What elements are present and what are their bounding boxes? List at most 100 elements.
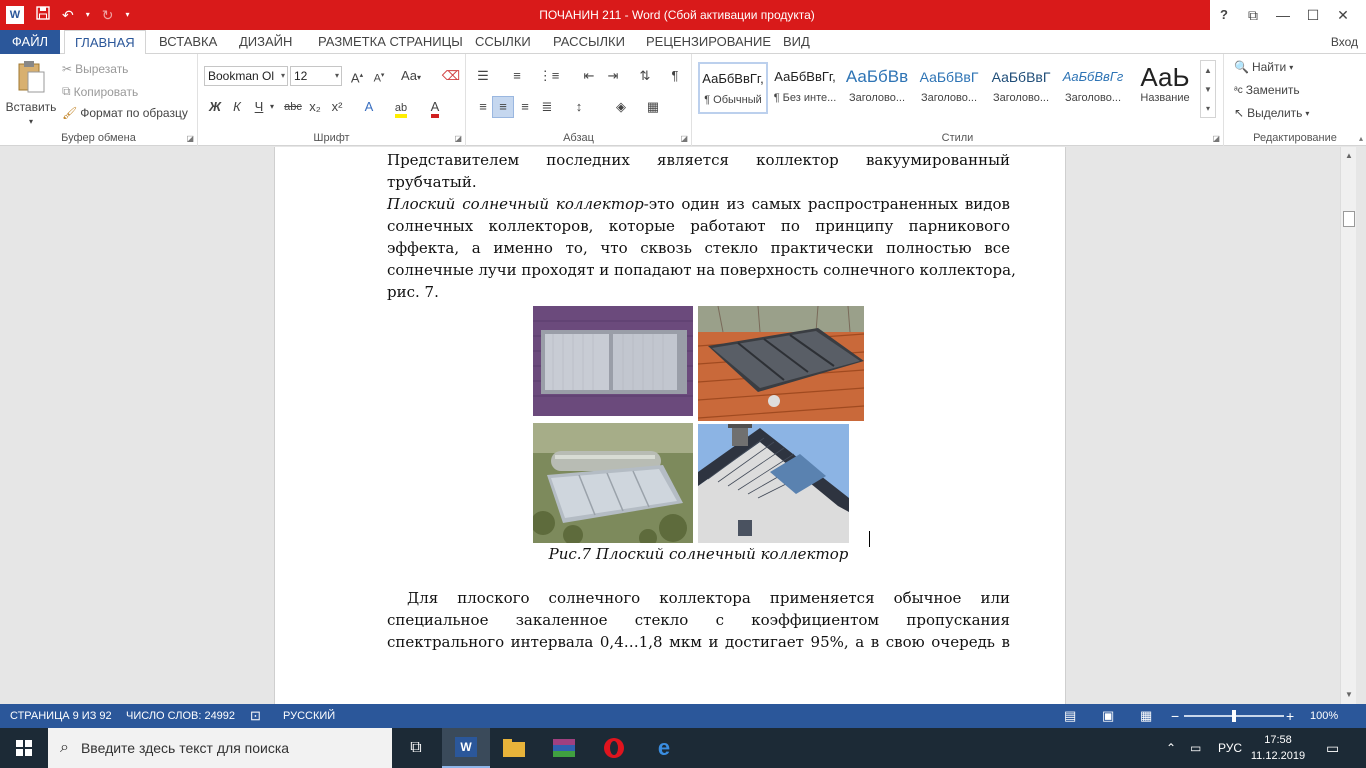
style-heading-4[interactable]: АаБбВвГг Заголово... xyxy=(1058,62,1128,114)
italic-button[interactable]: К xyxy=(226,96,248,118)
font-color-button[interactable]: A xyxy=(424,96,446,118)
superscript-button[interactable]: x² xyxy=(326,96,348,118)
tab-view[interactable]: ВИД xyxy=(773,30,820,54)
chevron-up-icon[interactable]: ▲ xyxy=(1201,61,1215,80)
tab-design[interactable]: ДИЗАЙН xyxy=(229,30,302,54)
document-page[interactable]: Представителем последних является коллек… xyxy=(274,147,1066,704)
style-title[interactable]: АаЬ Название xyxy=(1130,62,1200,114)
opera-icon[interactable] xyxy=(590,728,638,768)
sort-icon[interactable]: ⇅ xyxy=(634,65,656,87)
subscript-button[interactable]: x₂ xyxy=(304,96,326,118)
cut-button[interactable]: ✂ Вырезать xyxy=(62,62,128,76)
tab-home[interactable]: ГЛАВНАЯ xyxy=(64,30,146,55)
language-indicator[interactable]: РУССКИЙ xyxy=(283,704,335,728)
taskbar-clock[interactable]: 17:58 11.12.2019 xyxy=(1248,732,1308,764)
sign-in-link[interactable]: Вход xyxy=(1331,30,1358,54)
style-heading-3[interactable]: АаБбВвГ Заголово... xyxy=(986,62,1056,114)
styles-gallery-scroll[interactable]: ▲ ▼ ▾ xyxy=(1200,60,1216,118)
taskbar-search[interactable]: ⌕ Введите здесь текст для поиска xyxy=(48,728,392,768)
task-view-icon[interactable]: ⧉ xyxy=(392,728,440,768)
zoom-level[interactable]: 100% xyxy=(1310,704,1338,728)
change-case-button[interactable]: Aa▾ xyxy=(396,65,426,87)
style-heading-2[interactable]: АаБбВвГ Заголово... xyxy=(914,62,984,114)
font-size-box[interactable]: 12 ▾ xyxy=(290,66,342,86)
archiver-icon[interactable] xyxy=(540,728,588,768)
bullets-icon[interactable]: ☰ xyxy=(472,65,494,87)
read-mode-icon[interactable]: ▤ xyxy=(1064,704,1076,728)
text-effects-button[interactable]: A xyxy=(358,96,380,118)
help-button[interactable]: ? xyxy=(1212,0,1236,30)
word-count[interactable]: ЧИСЛО СЛОВ: 24992 xyxy=(126,704,235,728)
paste-button[interactable]: Вставить ▾ xyxy=(6,60,56,126)
tab-insert[interactable]: ВСТАВКА xyxy=(149,30,227,54)
tray-overflow-icon[interactable]: ⌃ xyxy=(1166,728,1176,768)
select-button[interactable]: ↖ Выделить ▾ xyxy=(1234,106,1309,120)
zoom-in-icon[interactable]: + xyxy=(1286,704,1294,728)
photo-house-dark-roof-collector[interactable] xyxy=(698,424,849,543)
file-explorer-icon[interactable] xyxy=(490,728,538,768)
justify-icon[interactable]: ≣ xyxy=(536,96,558,118)
multilevel-list-icon[interactable]: ⋮≡ xyxy=(538,65,560,87)
replace-button[interactable]: ᵃc Заменить xyxy=(1234,83,1300,97)
format-painter-button[interactable]: 🖌 Формат по образцу xyxy=(62,106,188,120)
chevron-down-icon[interactable]: ▼ xyxy=(1201,80,1215,99)
highlight-button[interactable]: ab xyxy=(390,96,412,118)
grow-font-button[interactable]: A▴ xyxy=(346,65,368,87)
minimize-icon[interactable]: — xyxy=(1268,0,1298,30)
scroll-up-icon[interactable]: ▲ xyxy=(1341,149,1357,163)
find-button[interactable]: 🔍 Найти ▾ xyxy=(1234,60,1293,74)
scroll-thumb[interactable] xyxy=(1343,211,1355,227)
strikethrough-button[interactable]: abc xyxy=(282,96,304,118)
edge-icon[interactable]: e xyxy=(640,728,688,768)
tab-file[interactable]: ФАЙЛ xyxy=(0,30,60,54)
align-center-icon[interactable]: ≡ xyxy=(492,96,514,118)
input-language[interactable]: РУС xyxy=(1218,728,1242,768)
bold-button[interactable]: Ж xyxy=(204,96,226,118)
numbering-icon[interactable]: ≡ xyxy=(506,65,528,87)
web-layout-icon[interactable]: ▦ xyxy=(1140,704,1152,728)
decrease-indent-icon[interactable]: ⇤ xyxy=(578,65,600,87)
print-layout-icon[interactable]: ▣ xyxy=(1102,704,1114,728)
underline-dropdown-icon[interactable]: ▾ xyxy=(266,96,278,118)
align-left-icon[interactable]: ≡ xyxy=(472,96,494,118)
tab-references[interactable]: ССЫЛКИ xyxy=(465,30,541,54)
style-normal[interactable]: АаБбВвГг, ¶ Обычный xyxy=(698,62,768,114)
maximize-icon[interactable]: ☐ xyxy=(1298,0,1328,30)
align-right-icon[interactable]: ≡ xyxy=(514,96,536,118)
line-spacing-icon[interactable]: ↕ xyxy=(568,96,590,118)
tab-mailings[interactable]: РАССЫЛКИ xyxy=(543,30,635,54)
show-marks-button[interactable]: ¶ xyxy=(664,65,686,87)
zoom-out-icon[interactable]: − xyxy=(1171,704,1179,728)
tab-review[interactable]: РЕЦЕНЗИРОВАНИЕ xyxy=(636,30,781,54)
clear-formatting-icon[interactable]: ⌫ xyxy=(440,65,462,87)
tab-layout[interactable]: РАЗМЕТКА СТРАНИЦЫ xyxy=(308,30,473,54)
network-icon[interactable]: ▭ xyxy=(1190,728,1201,768)
dialog-launcher-icon[interactable]: ◪ xyxy=(186,134,194,143)
start-button[interactable] xyxy=(0,728,48,768)
copy-button[interactable]: ⧉ Копировать xyxy=(62,84,138,99)
notifications-icon[interactable]: ▭ xyxy=(1326,728,1339,768)
ribbon-display-options-icon[interactable]: ⧉ xyxy=(1238,0,1268,30)
proofing-icon[interactable]: ⊡ xyxy=(250,704,261,728)
vertical-scrollbar[interactable]: ▲ ▼ xyxy=(1340,147,1356,704)
close-icon[interactable]: ✕ xyxy=(1328,0,1358,30)
photo-solar-panels-tile-roof[interactable] xyxy=(698,306,864,421)
collapse-ribbon-icon[interactable]: ▴ xyxy=(1359,134,1363,143)
dialog-launcher-icon[interactable]: ◪ xyxy=(680,134,688,143)
photo-solar-panels-purple-roof[interactable] xyxy=(533,306,693,416)
style-heading-1[interactable]: АаБбВв Заголово... xyxy=(842,62,912,114)
zoom-slider-knob[interactable] xyxy=(1232,710,1236,722)
page-count[interactable]: СТРАНИЦА 9 ИЗ 92 xyxy=(10,704,112,728)
shading-icon[interactable]: ◈ xyxy=(610,96,632,118)
word-app-icon[interactable]: W xyxy=(442,728,490,768)
scroll-down-icon[interactable]: ▼ xyxy=(1341,688,1357,702)
shrink-font-button[interactable]: A▾ xyxy=(368,65,390,87)
photo-solar-collector-with-tank[interactable] xyxy=(533,423,693,543)
more-icon[interactable]: ▾ xyxy=(1201,99,1215,118)
borders-icon[interactable]: ▦ xyxy=(642,96,664,118)
style-no-spacing[interactable]: АаБбВвГг, ¶ Без инте... xyxy=(770,62,840,114)
font-name-box[interactable]: Bookman Ol ▾ xyxy=(204,66,288,86)
increase-indent-icon[interactable]: ⇥ xyxy=(602,65,624,87)
dialog-launcher-icon[interactable]: ◪ xyxy=(454,134,462,143)
dialog-launcher-icon[interactable]: ◪ xyxy=(1212,134,1220,143)
